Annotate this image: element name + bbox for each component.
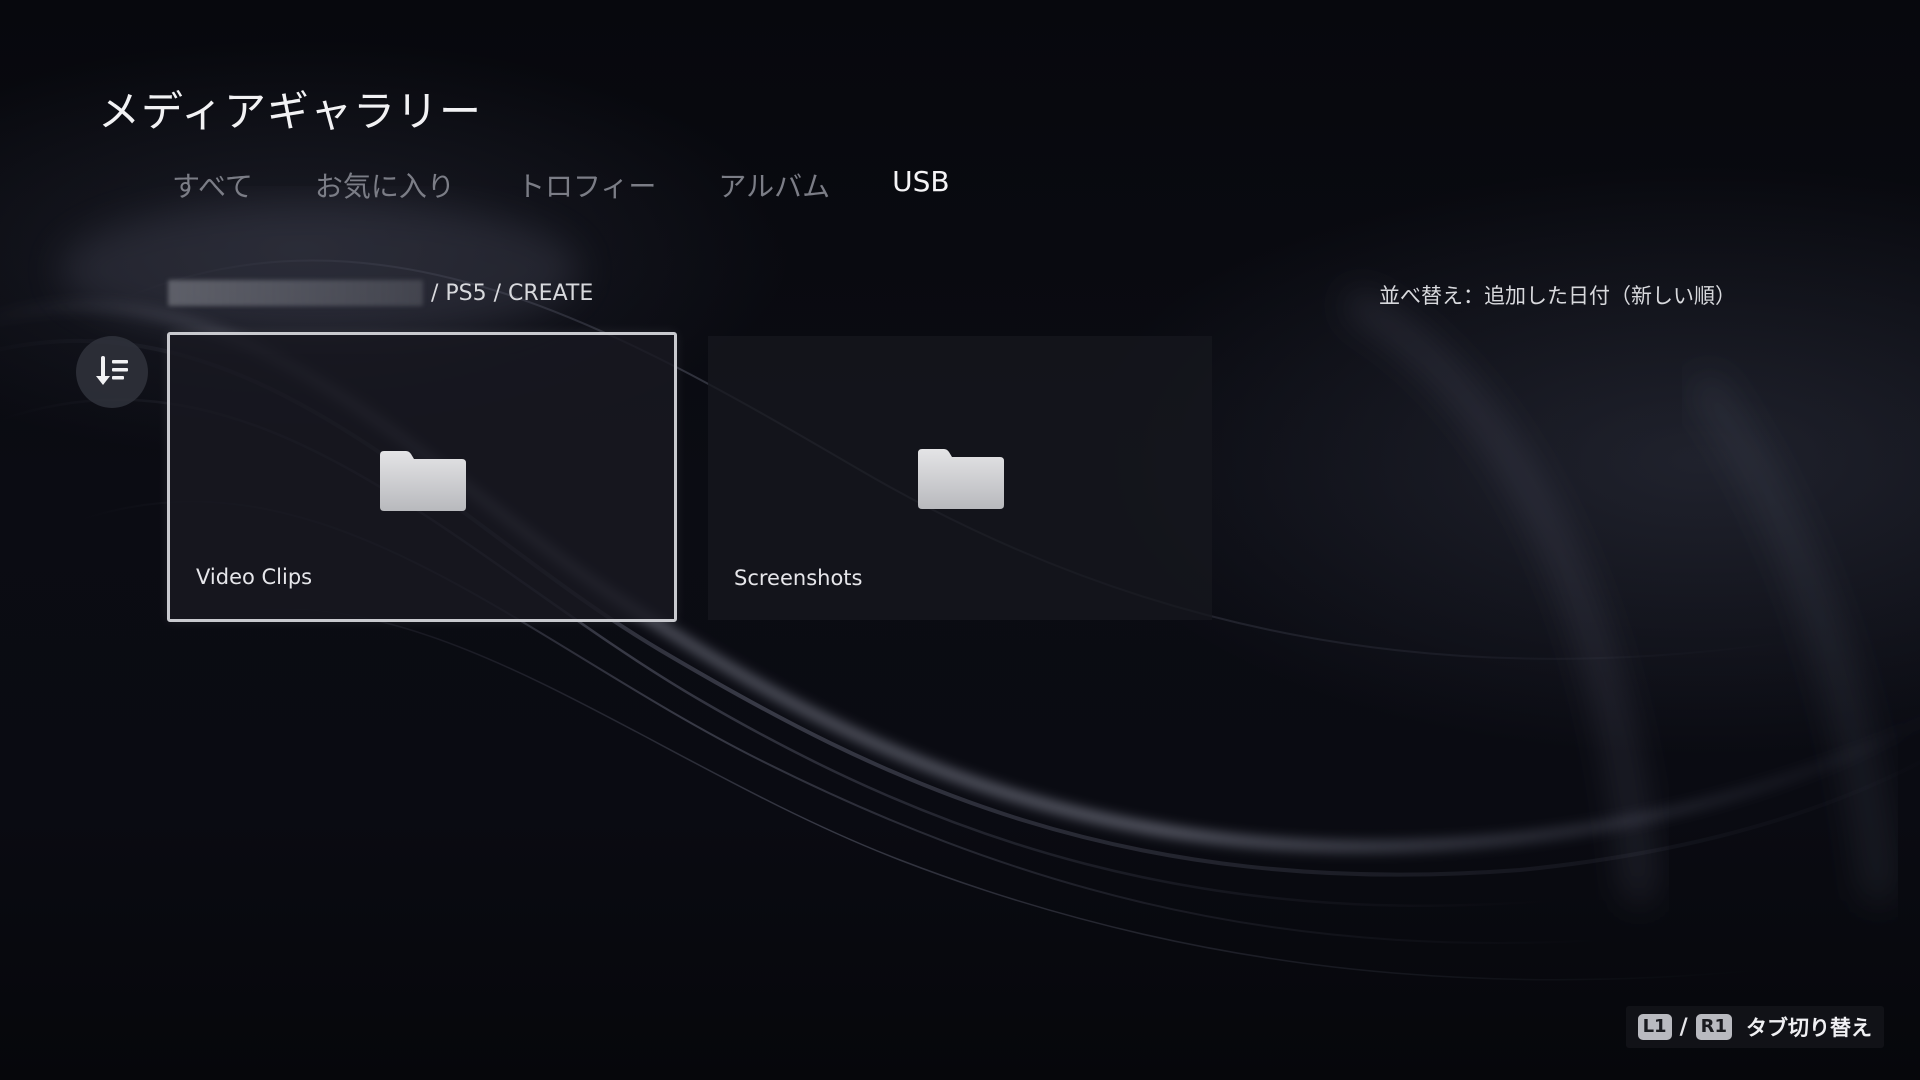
sort-descending-icon xyxy=(96,356,128,385)
tab-favorites[interactable]: お気に入り xyxy=(315,165,455,205)
redacted-drive-name xyxy=(168,280,423,306)
page-title: メディアギャラリー xyxy=(98,87,483,136)
tab-trophies[interactable]: トロフィー xyxy=(517,165,656,205)
folder-label: Screenshots xyxy=(734,566,863,590)
tab-bar: すべて お気に入り トロフィー アルバム USB xyxy=(172,165,1012,205)
folder-icon xyxy=(380,451,466,511)
folder-icon xyxy=(918,449,1004,509)
tab-all[interactable]: すべて xyxy=(172,165,253,205)
l1-button-icon: L1 xyxy=(1637,1014,1672,1040)
tab-switch-hint: L1 / R1 タブ切り替え xyxy=(1625,1006,1884,1048)
tab-albums[interactable]: アルバム xyxy=(718,165,830,205)
breadcrumb-path: / PS5 / CREATE xyxy=(431,280,594,306)
folder-card-screenshots[interactable]: Screenshots xyxy=(708,336,1212,620)
hint-text: タブ切り替え xyxy=(1746,1016,1872,1040)
sort-label: 並べ替え：追加した日付（新しい順） xyxy=(1379,284,1736,308)
media-gallery-screen: メディアギャラリー すべて お気に入り トロフィー アルバム USB / PS5… xyxy=(0,0,1920,1080)
breadcrumb: / PS5 / CREATE xyxy=(168,280,593,306)
sort-button[interactable] xyxy=(76,336,148,408)
hint-separator: / xyxy=(1679,1014,1688,1040)
folder-card-video-clips[interactable]: Video Clips xyxy=(167,332,677,622)
tab-usb[interactable]: USB xyxy=(892,165,949,205)
folder-label: Video Clips xyxy=(196,565,313,589)
r1-button-icon: R1 xyxy=(1695,1014,1732,1040)
